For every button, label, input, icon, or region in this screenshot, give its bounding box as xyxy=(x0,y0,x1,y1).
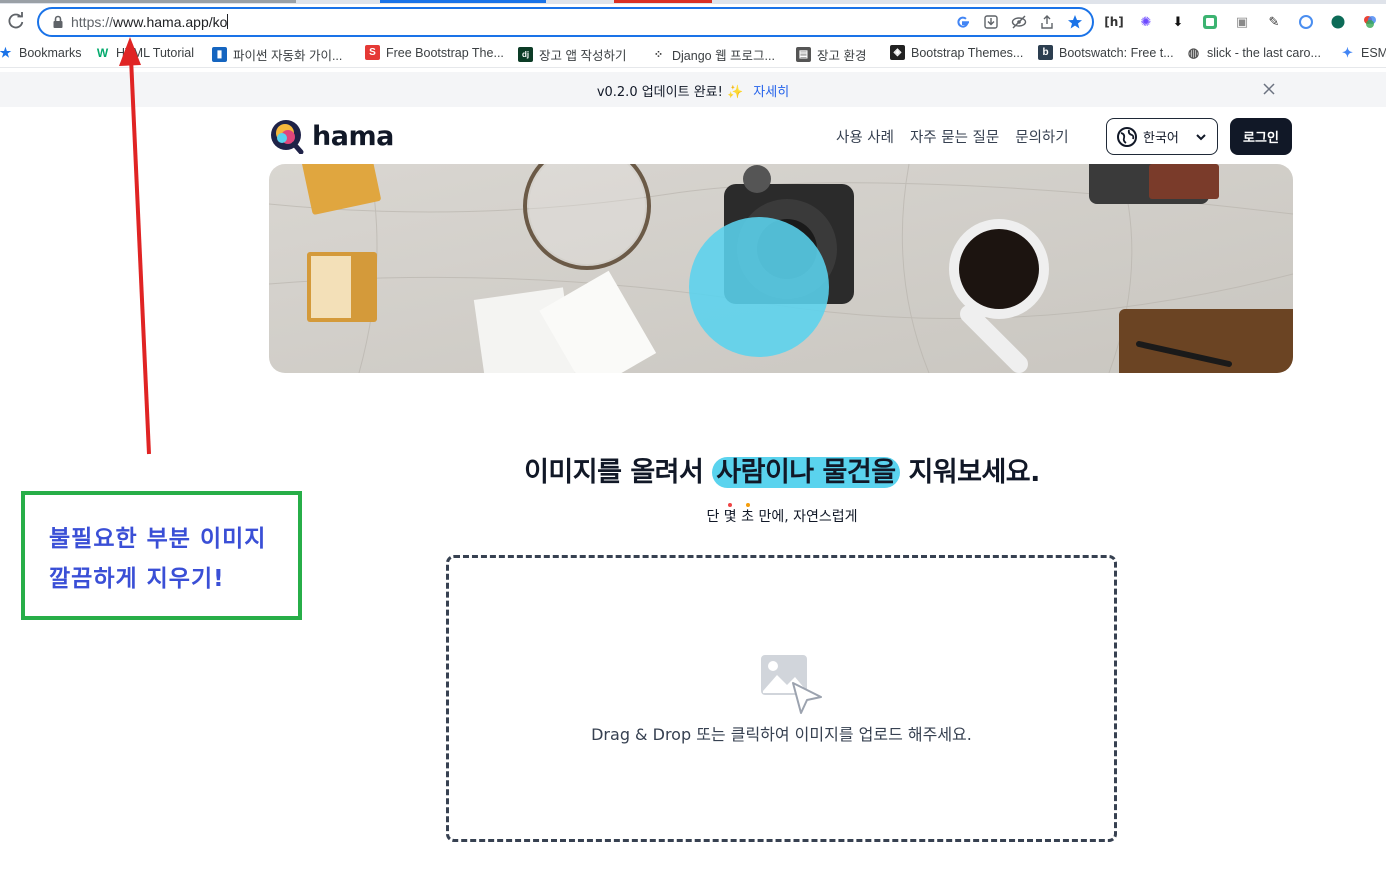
close-icon[interactable] xyxy=(1262,82,1276,96)
star-icon: ★ xyxy=(0,44,12,60)
install-icon[interactable] xyxy=(982,13,1000,31)
bootstrap-themes-icon: ◈ xyxy=(890,45,905,60)
nav-use-cases[interactable]: 사용 사례 xyxy=(836,126,894,147)
extension-ring-icon[interactable] xyxy=(1295,13,1317,31)
page-subtitle: 단 몇 초 만에, 자연스럽게 xyxy=(706,509,858,525)
bookmark-star-icon[interactable] xyxy=(1066,13,1084,31)
nav-contact[interactable]: 문의하기 xyxy=(1015,126,1068,147)
globe-icon: ◍ xyxy=(1187,44,1200,60)
sparkle-emoji: ✨ xyxy=(726,85,744,100)
login-button[interactable]: 로그인 xyxy=(1230,118,1292,155)
address-bar[interactable]: https://www.hama.app/ko xyxy=(37,7,1094,37)
headline-highlight: 사람이나 물건을 xyxy=(712,457,900,488)
extension-colors-icon[interactable] xyxy=(1359,13,1381,31)
extension-eyedropper-icon[interactable]: ✎ xyxy=(1263,13,1285,31)
hama-logo[interactable]: hama xyxy=(268,118,394,154)
nav-faq[interactable]: 자주 묻는 질문 xyxy=(910,126,999,147)
bookmark-item[interactable]: S Free Bootstrap The... xyxy=(365,45,504,60)
bookmark-item[interactable]: ★ Bookmarks xyxy=(0,45,82,60)
s-icon: S xyxy=(365,45,380,60)
annotation-callout: 불필요한 부분 이미지 깔끔하게 지우기! xyxy=(21,491,302,620)
image-upload-dropzone[interactable]: Drag & Drop 또는 클릭하여 이미지를 업로드 해주세요. xyxy=(446,555,1117,842)
image-upload-icon xyxy=(761,655,822,714)
extension-download-icon[interactable]: ⬇ xyxy=(1167,13,1189,31)
bookmark-item[interactable]: ▤ 장고 환경 xyxy=(796,45,866,64)
bookmark-item[interactable]: W HTML Tutorial xyxy=(95,45,194,60)
extension-camera-icon[interactable]: ▣ xyxy=(1231,13,1253,31)
extension-face-icon[interactable] xyxy=(1199,13,1221,31)
django-icon: dj xyxy=(518,47,533,62)
extension-chat-icon[interactable] xyxy=(1327,13,1349,31)
logo-text: hama xyxy=(312,120,394,152)
google-icon[interactable] xyxy=(954,13,972,31)
share-icon[interactable] xyxy=(1038,13,1056,31)
bookmark-item[interactable]: ▮ 파이썬 자동화 가이... xyxy=(212,45,342,64)
main-nav: 사용 사례 자주 묻는 질문 문의하기 xyxy=(836,126,1069,147)
bookmark-item[interactable]: dj 장고 앱 작성하기 xyxy=(518,45,626,64)
hama-logo-icon xyxy=(271,120,304,154)
hero-image xyxy=(269,164,1293,373)
lock-icon[interactable] xyxy=(51,15,65,29)
bookmark-item[interactable]: ◈ Bootstrap Themes... xyxy=(890,45,1023,60)
w3schools-icon: W xyxy=(96,45,109,60)
bookmark-item[interactable]: b Bootswatch: Free t... xyxy=(1038,45,1174,60)
screen: https://www.hama.app/ko [h] ✺ ⬇ ▣ ✎ ★ Boo… xyxy=(0,0,1386,873)
bootswatch-icon: b xyxy=(1038,45,1053,60)
document-icon: ▤ xyxy=(796,47,811,62)
globe-icon xyxy=(1117,126,1137,147)
bookmark-item[interactable]: ✦ ESM xyxy=(1340,45,1386,60)
banner-message: v0.2.0 업데이트 완료! ✨ 자세히 xyxy=(596,85,790,100)
chevron-down-icon xyxy=(1196,134,1206,141)
language-select[interactable]: 한국어 xyxy=(1106,118,1218,155)
reload-icon[interactable] xyxy=(6,11,26,31)
page-headline: 이미지를 올려서 사람이나 물건을 지워보세요. xyxy=(524,457,1040,488)
eye-off-icon[interactable] xyxy=(1010,13,1028,31)
callout-line-2: 깔끔하게 지우기! xyxy=(49,566,225,592)
extension-h-icon[interactable]: [h] xyxy=(1103,13,1125,31)
callout-line-1: 불필요한 부분 이미지 xyxy=(49,526,267,552)
banner-details-link[interactable]: 자세히 xyxy=(753,85,789,100)
url-text[interactable]: https://www.hama.app/ko xyxy=(71,14,229,30)
browser-toolbar: https://www.hama.app/ko [h] ✺ ⬇ ▣ ✎ xyxy=(0,4,1386,40)
sparkle-icon: ✦ xyxy=(1342,44,1353,60)
language-label: 한국어 xyxy=(1143,131,1179,146)
bookmark-item[interactable]: ◍ slick - the last caro... xyxy=(1186,45,1321,60)
bookmarks-bar: ★ Bookmarks W HTML Tutorial ▮ 파이썬 자동화 가이...… xyxy=(0,40,1386,68)
extension-gear-icon[interactable]: ✺ xyxy=(1135,13,1157,31)
dots-icon: ⁘ xyxy=(653,49,664,61)
bookmark-item[interactable]: ⁘ Django 웹 프로그... xyxy=(651,45,775,64)
book-icon: ▮ xyxy=(212,47,227,62)
update-banner: v0.2.0 업데이트 완료! ✨ 자세히 xyxy=(0,72,1386,107)
dropzone-text: Drag & Drop 또는 클릭하여 이미지를 업로드 해주세요. xyxy=(591,725,972,744)
